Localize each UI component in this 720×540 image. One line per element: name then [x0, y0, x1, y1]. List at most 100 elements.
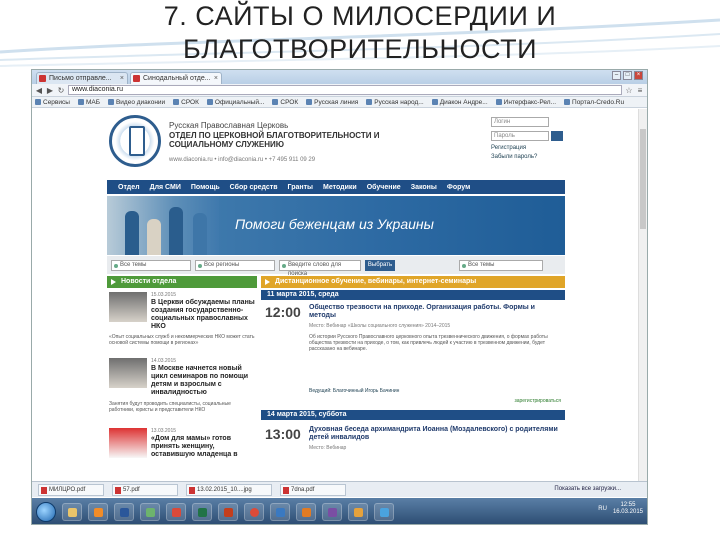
- event-register-link[interactable]: зарегистрироваться: [514, 398, 561, 404]
- all-topics-select[interactable]: Все темы: [459, 259, 543, 271]
- taskbar-chrome-icon[interactable]: [244, 503, 264, 521]
- windows-taskbar: RU 12:55 16.03.2015: [32, 498, 647, 524]
- filter-go-button[interactable]: Выбрать: [365, 259, 395, 271]
- events-header[interactable]: Дистанционное обучение, вебинары, интерн…: [261, 276, 565, 288]
- news-photo[interactable]: [109, 428, 147, 458]
- events-column: Дистанционное обучение, вебинары, интерн…: [261, 276, 565, 486]
- news-excerpt: Занятия будут проводить специалисты, соц…: [109, 401, 231, 413]
- event-title-link[interactable]: Общество трезвости на приходе. Организац…: [309, 304, 561, 320]
- taskbar-media-icon[interactable]: [88, 503, 108, 521]
- web-page: Русская Православная Церковь ОТДЕЛ ПО ЦЕ…: [32, 109, 647, 481]
- taskbar-app-icon[interactable]: [270, 503, 290, 521]
- taskbar-app-icon[interactable]: [348, 503, 368, 521]
- slide: 7. САЙТЫ О МИЛОСЕРДИИ И БЛАГОТВОРИТЕЛЬНО…: [0, 0, 720, 540]
- reload-icon[interactable]: ↻: [57, 86, 65, 95]
- bookmark-icon: [173, 99, 180, 105]
- taskbar-app-icon[interactable]: [322, 503, 342, 521]
- taskbar-excel-icon[interactable]: [192, 503, 212, 521]
- download-item[interactable]: 13.02.2015_10....jpg: [186, 483, 272, 496]
- news-date: 13.03.2015: [151, 428, 177, 434]
- taskbar-app-icon[interactable]: [296, 503, 316, 521]
- nav-item[interactable]: Обучение: [362, 184, 406, 191]
- nav-item[interactable]: Методики: [318, 184, 362, 191]
- forward-icon[interactable]: ▶: [46, 86, 54, 95]
- topic-select[interactable]: Все темы: [111, 259, 191, 271]
- person-figure: [169, 207, 183, 255]
- taskbar-paint-icon[interactable]: [140, 503, 160, 521]
- bookmark-item[interactable]: Диакон Андре...: [431, 99, 488, 106]
- news-header[interactable]: Новости отдела: [107, 276, 257, 288]
- url-input[interactable]: www.diaconia.ru: [68, 85, 622, 95]
- menu-icon[interactable]: ≡: [636, 86, 644, 95]
- clock[interactable]: 12:55 16.03.2015: [613, 502, 643, 516]
- login-submit-button[interactable]: [551, 131, 563, 141]
- minimize-icon[interactable]: –: [612, 71, 621, 80]
- nav-item[interactable]: Для СМИ: [145, 184, 186, 191]
- start-button-icon[interactable]: [36, 502, 56, 522]
- taskbar-word-icon[interactable]: [114, 503, 134, 521]
- register-link[interactable]: Регистрация: [491, 145, 526, 151]
- browser-screenshot: Письмо отправле... × Синодальный отде... ×…: [31, 69, 648, 525]
- bookmark-item[interactable]: Официальный...: [206, 99, 264, 106]
- bookmark-item[interactable]: СРОК: [173, 99, 199, 106]
- org-name-line1: Русская Православная Церковь: [169, 121, 289, 130]
- taskbar-app-icon[interactable]: [374, 503, 394, 521]
- download-item[interactable]: МИЛЦРО.pdf: [38, 483, 104, 496]
- downloads-bar: МИЛЦРО.pdf 57.pdf 13.02.2015_10....jpg 7…: [32, 481, 647, 497]
- bookmark-item[interactable]: Видео диаконии: [107, 99, 165, 106]
- nav-item[interactable]: Законы: [406, 184, 442, 191]
- news-photo[interactable]: [109, 292, 147, 322]
- browser-tab-strip: Письмо отправле... × Синодальный отде... ×…: [32, 70, 647, 84]
- bookmark-item[interactable]: МАБ: [77, 99, 100, 106]
- news-title-link[interactable]: В Церкви обсуждаемы планы создания госуд…: [151, 299, 255, 331]
- bookmark-item[interactable]: Русская народ...: [366, 99, 424, 106]
- bookmarks-bar: Сервисы МАБ Видео диаконии СРОК Официаль…: [32, 97, 647, 108]
- taskbar-powerpoint-icon[interactable]: [218, 503, 238, 521]
- nav-item[interactable]: Гранты: [283, 184, 319, 191]
- event-place: Место: Вебинар «Школы социального служен…: [309, 323, 451, 329]
- bookmark-item[interactable]: СРОК: [272, 99, 298, 106]
- close-icon[interactable]: ×: [634, 71, 643, 80]
- bookmark-icon: [272, 99, 279, 105]
- show-all-downloads-link[interactable]: Показать все загрузки...: [554, 486, 621, 492]
- bookmark-item[interactable]: Интерфакс-Рел...: [495, 99, 556, 106]
- system-tray: RU 12:55 16.03.2015: [598, 502, 643, 516]
- bookmark-item[interactable]: Сервисы: [35, 99, 70, 106]
- download-item[interactable]: 7dna.pdf: [280, 483, 346, 496]
- download-item[interactable]: 57.pdf: [112, 483, 178, 496]
- news-title-link[interactable]: В Москве начнется новый цикл семинаров п…: [151, 365, 255, 397]
- tab-close-icon[interactable]: ×: [120, 73, 124, 84]
- nav-item[interactable]: Форум: [442, 184, 475, 191]
- church-logo-icon[interactable]: [109, 115, 161, 167]
- event-description: Об истории Русского Православного церков…: [309, 334, 548, 352]
- news-photo[interactable]: [109, 358, 147, 388]
- taskbar-app-icon[interactable]: [166, 503, 186, 521]
- bookmark-star-icon[interactable]: ☆: [625, 86, 633, 95]
- browser-tab[interactable]: Письмо отправле... ×: [36, 72, 128, 84]
- password-input[interactable]: Пароль: [491, 131, 549, 141]
- page-scrollbar[interactable]: [638, 109, 647, 481]
- tab-close-icon[interactable]: ×: [214, 73, 218, 84]
- promo-banner[interactable]: Помоги беженцам из Украины: [107, 196, 565, 255]
- bookmark-item[interactable]: Портал-Credo.Ru: [564, 99, 624, 106]
- event-title-link[interactable]: Духовная беседа архимандрита Иоанна (Моз…: [309, 426, 561, 442]
- scrollbar-thumb[interactable]: [640, 129, 646, 229]
- maximize-icon[interactable]: □: [623, 71, 632, 80]
- login-input[interactable]: Логин: [491, 117, 549, 127]
- nav-item[interactable]: Отдел: [113, 184, 145, 191]
- region-select[interactable]: Все регионы: [195, 259, 275, 271]
- site-header: Русская Православная Церковь ОТДЕЛ ПО ЦЕ…: [107, 109, 565, 179]
- news-title-link[interactable]: «Дом для мамы» готов принять женщину, ос…: [151, 435, 255, 459]
- bookmark-item[interactable]: Русская линия: [306, 99, 358, 106]
- person-figure: [125, 211, 139, 255]
- taskbar-explorer-icon[interactable]: [62, 503, 82, 521]
- window-controls: – □ ×: [612, 71, 643, 80]
- search-input[interactable]: Введите слово для поиска: [279, 259, 361, 277]
- browser-tab-active[interactable]: Синодальный отде... ×: [130, 72, 222, 84]
- site-favicon-icon: [133, 75, 140, 82]
- nav-item[interactable]: Помощь: [186, 184, 225, 191]
- back-icon[interactable]: ◀: [35, 86, 43, 95]
- nav-item[interactable]: Сбор средств: [225, 184, 283, 191]
- forgot-password-link[interactable]: Забыли пароль?: [491, 154, 537, 160]
- language-indicator[interactable]: RU: [598, 506, 607, 512]
